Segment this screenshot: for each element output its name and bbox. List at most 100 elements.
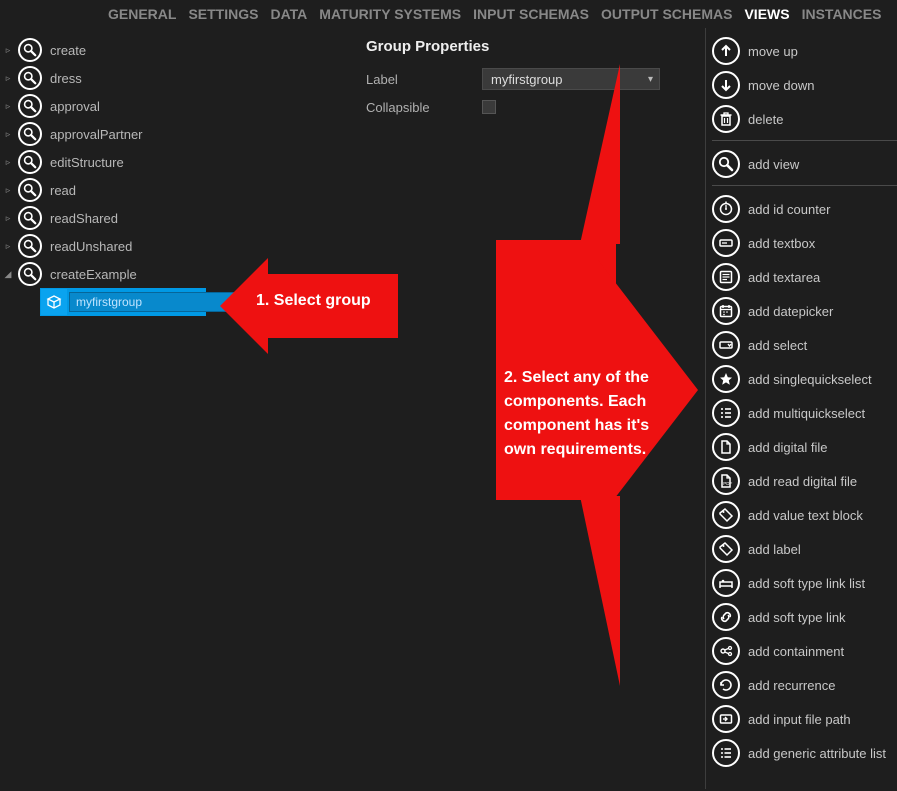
tree-caret-icon[interactable]: ▹ xyxy=(4,45,12,56)
actions-panel: move upmove down delete add view add id c… xyxy=(705,28,897,789)
tree-item-approval[interactable]: ▹approval xyxy=(4,92,360,120)
magnify-icon xyxy=(712,150,740,178)
action-add-datepicker[interactable]: add datepicker xyxy=(712,294,897,328)
action-label: add select xyxy=(748,338,807,353)
action-label: add digital file xyxy=(748,440,828,455)
action-add-input-file-path[interactable]: add input file path xyxy=(712,702,897,736)
action-add-read-digital-file[interactable]: add read digital file xyxy=(712,464,897,498)
properties-title: Group Properties xyxy=(366,38,691,55)
action-add-id-counter[interactable]: add id counter xyxy=(712,192,897,226)
tree-caret-icon[interactable]: ▹ xyxy=(4,129,12,140)
tree-item-dress[interactable]: ▹ dress xyxy=(4,64,360,92)
action-add-textarea[interactable]: add textarea xyxy=(712,260,897,294)
tab-general[interactable]: GENERAL xyxy=(108,6,176,22)
action-label: add soft type link list xyxy=(748,576,865,591)
bed-icon xyxy=(712,569,740,597)
tree-item-label: approvalPartner xyxy=(50,127,143,142)
tag-icon xyxy=(712,535,740,563)
tab-settings[interactable]: SETTINGS xyxy=(188,6,258,22)
action-add-value-text-block[interactable]: add value text block xyxy=(712,498,897,532)
tree-caret-icon[interactable]: ▹ xyxy=(4,73,12,84)
tree-item-read[interactable]: ▹read xyxy=(4,176,360,204)
collapsible-label: Collapsible xyxy=(366,100,482,115)
tree-item-readShared[interactable]: ▹readShared xyxy=(4,204,360,232)
action-move-up[interactable]: move up xyxy=(712,34,897,68)
tree-item-label: create xyxy=(50,43,86,58)
separator xyxy=(712,140,897,141)
action-add-soft-type-link[interactable]: add soft type link xyxy=(712,600,897,634)
cube-icon xyxy=(41,289,67,315)
select-icon xyxy=(712,331,740,359)
action-label: delete xyxy=(748,112,783,127)
action-label: add multiquickselect xyxy=(748,406,865,421)
action-label: add datepicker xyxy=(748,304,833,319)
tree-item-approvalPartner[interactable]: ▹ approvalPartner xyxy=(4,120,360,148)
tab-data[interactable]: DATA xyxy=(270,6,307,22)
action-add-soft-type-link-list[interactable]: add soft type link list xyxy=(712,566,897,600)
label-field-label: Label xyxy=(366,72,482,87)
textbox-icon xyxy=(712,229,740,257)
arrow-up-icon xyxy=(712,37,740,65)
tree-item-editStructure[interactable]: ▹ editStructure xyxy=(4,148,360,176)
tree-caret-icon[interactable]: ◢ xyxy=(4,269,12,280)
magnify-icon xyxy=(18,66,42,90)
action-label: add label xyxy=(748,542,801,557)
arrow-down-icon xyxy=(712,71,740,99)
tree-caret-icon[interactable]: ▹ xyxy=(4,101,12,112)
action-add-containment[interactable]: add containment xyxy=(712,634,897,668)
action-add-label[interactable]: add label xyxy=(712,532,897,566)
tree-group-row[interactable] xyxy=(40,288,206,316)
textarea-icon xyxy=(712,263,740,291)
trash-icon xyxy=(712,105,740,133)
action-label: add recurrence xyxy=(748,678,835,693)
action-add-textbox[interactable]: add textbox xyxy=(712,226,897,260)
action-label: add textbox xyxy=(748,236,815,251)
refresh-icon[interactable] xyxy=(240,289,253,315)
tab-input-schemas[interactable]: INPUT SCHEMAS xyxy=(473,6,589,22)
action-move-down[interactable]: move down xyxy=(712,68,897,102)
tree-item-label: editStructure xyxy=(50,155,124,170)
tab-output-schemas[interactable]: OUTPUT SCHEMAS xyxy=(601,6,732,22)
action-add-select[interactable]: add select xyxy=(712,328,897,362)
tree-item-createExample[interactable]: ◢createExample xyxy=(4,260,360,288)
action-add-recurrence[interactable]: add recurrence xyxy=(712,668,897,702)
list-check-icon xyxy=(712,399,740,427)
action-add-view[interactable]: add view xyxy=(712,147,897,181)
action-add-digital-file[interactable]: add digital file xyxy=(712,430,897,464)
tree-caret-icon[interactable]: ▹ xyxy=(4,157,12,168)
tab-instances[interactable]: INSTANCES xyxy=(802,6,882,22)
calendar-icon xyxy=(712,297,740,325)
magnify-icon xyxy=(18,150,42,174)
action-label: add id counter xyxy=(748,202,830,217)
action-add-generic-attribute-list[interactable]: add generic attribute list xyxy=(712,736,897,770)
action-label: add view xyxy=(748,157,799,172)
tree-item-create[interactable]: ▹ create xyxy=(4,36,360,64)
action-delete[interactable]: delete xyxy=(712,102,897,136)
star-icon xyxy=(712,365,740,393)
label-select-value: myfirstgroup xyxy=(491,72,563,87)
properties-panel: Group Properties Label myfirstgroup Coll… xyxy=(360,28,705,789)
separator xyxy=(712,185,897,186)
action-add-singlequickselect[interactable]: add singlequickselect xyxy=(712,362,897,396)
tree-item-label: readUnshared xyxy=(50,239,132,254)
tree-panel: ▹create▹dress▹approval▹approvalPartner▹e… xyxy=(0,28,360,789)
tab-maturity-systems[interactable]: MATURITY SYSTEMS xyxy=(319,6,461,22)
magnify-icon xyxy=(18,262,42,286)
tree-caret-icon[interactable]: ▹ xyxy=(4,213,12,224)
tab-views[interactable]: VIEWS xyxy=(744,6,789,22)
action-label: add soft type link xyxy=(748,610,846,625)
collapsible-checkbox[interactable] xyxy=(482,100,496,114)
action-add-multiquickselect[interactable]: add multiquickselect xyxy=(712,396,897,430)
label-select[interactable]: myfirstgroup xyxy=(482,68,660,90)
magnify-icon xyxy=(18,94,42,118)
group-name-input[interactable] xyxy=(69,292,238,312)
tree-item-readUnshared[interactable]: ▹ readUnshared xyxy=(4,232,360,260)
tree-caret-icon[interactable]: ▹ xyxy=(4,185,12,196)
action-label: add value text block xyxy=(748,508,863,523)
tree-caret-icon[interactable]: ▹ xyxy=(4,241,12,252)
input-path-icon xyxy=(712,705,740,733)
tab-bar: GENERAL SETTINGS DATA MATURITY SYSTEMS INPUT… xyxy=(0,0,897,28)
counter-icon xyxy=(712,195,740,223)
magnify-icon xyxy=(18,178,42,202)
tree-item-label: dress xyxy=(50,71,82,86)
